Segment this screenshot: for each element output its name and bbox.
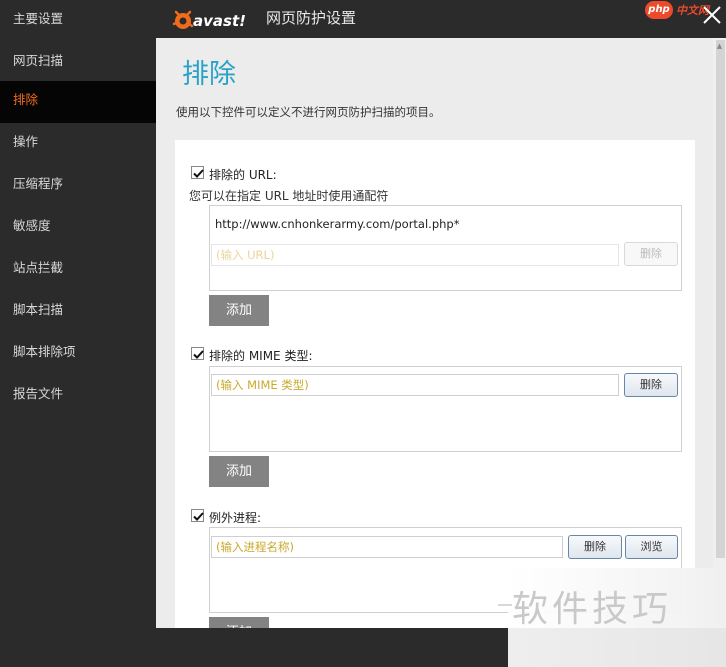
mime-add-button[interactable]: 添加 bbox=[209, 456, 269, 487]
url-exclusion-checkbox[interactable] bbox=[191, 166, 204, 179]
page-title: 排除 bbox=[182, 59, 236, 90]
sidebar-item-exclusions[interactable]: 排除 bbox=[0, 81, 156, 123]
checkmark-icon bbox=[193, 169, 204, 178]
watermark-dash bbox=[498, 604, 512, 606]
process-input[interactable]: (输入进程名称) bbox=[211, 536, 563, 558]
php-badge: php bbox=[645, 1, 673, 19]
process-section-label: 例外进程: bbox=[209, 511, 262, 525]
url-delete-button[interactable]: 删除 bbox=[624, 242, 678, 266]
process-exception-checkbox[interactable] bbox=[191, 509, 204, 522]
sidebar-item-actions[interactable]: 操作 bbox=[0, 123, 156, 165]
window-title: 网页防护设置 bbox=[266, 9, 357, 27]
close-icon bbox=[703, 6, 721, 24]
url-section-label: 排除的 URL: bbox=[209, 168, 277, 182]
url-wildcard-hint: 您可以在指定 URL 地址时使用通配符 bbox=[189, 189, 389, 203]
sidebar-item-main-settings[interactable]: 主要设置 bbox=[0, 0, 156, 42]
sidebar-item-sensitivity[interactable]: 敏感度 bbox=[0, 207, 156, 249]
mime-exclusion-checkbox[interactable] bbox=[191, 347, 204, 360]
url-input[interactable]: (输入 URL) bbox=[211, 244, 619, 266]
scroll-up-icon[interactable]: ▲ bbox=[713, 42, 726, 52]
process-browse-button[interactable]: 浏览 bbox=[625, 535, 678, 559]
url-add-button[interactable]: 添加 bbox=[209, 295, 269, 326]
close-button[interactable] bbox=[700, 3, 724, 27]
url-list-item[interactable]: http://www.cnhonkerarmy.com/portal.php* bbox=[215, 217, 459, 231]
mime-input[interactable]: (输入 MIME 类型) bbox=[211, 374, 619, 396]
mime-section-label: 排除的 MIME 类型: bbox=[209, 349, 313, 363]
logo-text: avast! bbox=[193, 12, 246, 30]
watermark-text: 软件技巧 bbox=[512, 589, 673, 630]
avast-logo: avast! bbox=[172, 4, 256, 34]
sidebar-item-script-exclusions[interactable]: 脚本排除项 bbox=[0, 333, 156, 375]
checkmark-icon bbox=[193, 512, 204, 521]
page-description: 使用以下控件可以定义不进行网页防护扫描的项目。 bbox=[176, 105, 441, 119]
sidebar-item-report-file[interactable]: 报告文件 bbox=[0, 375, 156, 417]
sidebar-item-site-blocking[interactable]: 站点拦截 bbox=[0, 249, 156, 291]
sidebar: 主要设置 网页扫描 排除 操作 压缩程序 敏感度 站点拦截 脚本扫描 脚本排除项… bbox=[0, 0, 156, 667]
sidebar-item-packers[interactable]: 压缩程序 bbox=[0, 165, 156, 207]
sidebar-item-web-scan[interactable]: 网页扫描 bbox=[0, 42, 156, 84]
mime-delete-button[interactable]: 删除 bbox=[624, 373, 678, 397]
process-delete-button[interactable]: 删除 bbox=[568, 535, 622, 559]
checkmark-icon bbox=[193, 350, 204, 359]
scrollbar-thumb[interactable] bbox=[716, 40, 725, 558]
sidebar-item-script-scan[interactable]: 脚本扫描 bbox=[0, 291, 156, 333]
